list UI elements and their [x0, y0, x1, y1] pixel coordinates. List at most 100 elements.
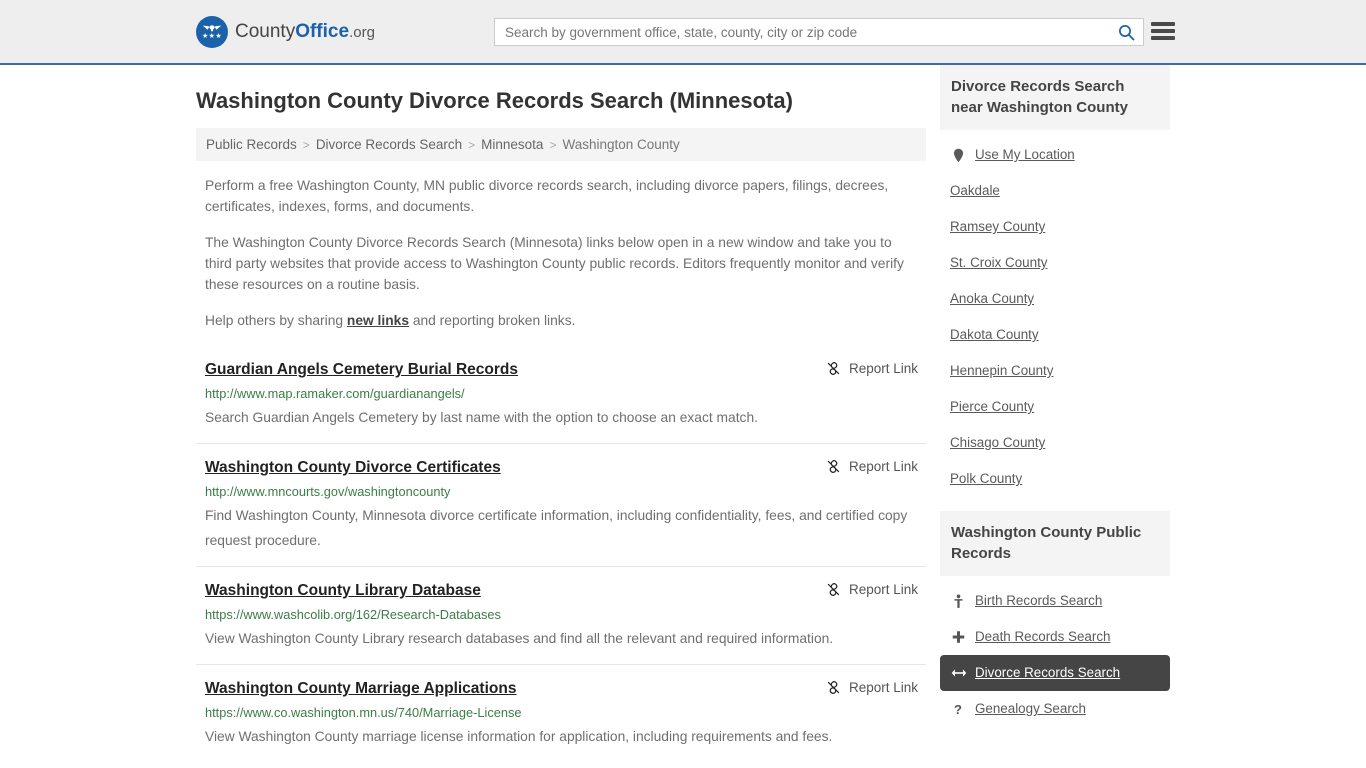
report-link-label: Report Link: [848, 459, 918, 474]
logo-text-office: Office: [295, 20, 350, 42]
site-header: ★★★ CountyOffice.org: [0, 0, 1366, 65]
sidebar-item-label: St. Croix County: [950, 255, 1048, 270]
search-button[interactable]: [1109, 19, 1143, 45]
breadcrumb-item-public-records[interactable]: Public Records: [206, 137, 297, 152]
sidebar-item-label: Oakdale: [950, 183, 1000, 198]
intro-p3-before: Help others by sharing: [205, 313, 347, 328]
result-title-link[interactable]: Washington County Library Database: [205, 581, 481, 601]
logo-text: CountyOffice.org: [235, 22, 375, 42]
sidebar-item-label: Pierce County: [950, 399, 1035, 414]
result-url[interactable]: http://www.mncourts.gov/washingtoncounty: [205, 482, 918, 502]
report-link-button[interactable]: Report Link: [826, 360, 918, 376]
sidebar-item-ramsey-county[interactable]: Ramsey County: [940, 209, 1170, 245]
sidebar-public-records-heading: Washington County Public Records: [940, 511, 1170, 576]
hamburger-bar: [1151, 29, 1175, 33]
new-links-link[interactable]: new links: [347, 313, 409, 328]
sidebar-public-records-list: Birth Records Search Death Records Searc…: [940, 576, 1170, 737]
sidebar-item-use-my-location[interactable]: Use My Location: [940, 137, 1170, 173]
cross-icon: [950, 630, 967, 644]
sidebar-item-pierce-county[interactable]: Pierce County: [940, 389, 1170, 425]
intro-paragraph-1: Perform a free Washington County, MN pub…: [205, 178, 889, 214]
logo-text-county: County: [235, 20, 296, 42]
report-link-button[interactable]: Report Link: [826, 458, 918, 474]
report-link-button[interactable]: Report Link: [826, 679, 918, 695]
sidebar-item-oakdale[interactable]: Oakdale: [940, 173, 1170, 209]
result-description: Search Guardian Angels Cemetery by last …: [205, 410, 758, 425]
sidebar-item-label: Death Records Search: [975, 629, 1111, 644]
broken-link-icon: [826, 459, 841, 474]
result-description: View Washington County marriage license …: [205, 729, 833, 744]
result-url[interactable]: https://www.washcolib.org/162/Research-D…: [205, 605, 918, 625]
report-link-button[interactable]: Report Link: [826, 581, 918, 597]
sidebar-item-birth-records-search[interactable]: Birth Records Search: [940, 583, 1170, 619]
svg-text:?: ?: [954, 702, 962, 717]
sidebar-item-label: Genealogy Search: [975, 701, 1086, 716]
baby-icon: [950, 594, 967, 609]
sidebar-item-label: Chisago County: [950, 435, 1046, 450]
sidebar-item-death-records-search[interactable]: Death Records Search: [940, 619, 1170, 655]
result-item: Washington County Library Database Repor…: [196, 566, 926, 664]
split-arrows-icon: [950, 667, 967, 679]
site-logo[interactable]: ★★★ CountyOffice.org: [196, 15, 375, 48]
report-link-label: Report Link: [848, 680, 918, 695]
hamburger-bar: [1151, 22, 1175, 26]
result-description: View Washington County Library research …: [205, 631, 834, 646]
main-content: Washington County Divorce Records Search…: [196, 65, 926, 762]
sidebar-nearby-box: Divorce Records Search near Washington C…: [940, 65, 1170, 507]
intro-p3-after: and reporting broken links.: [409, 313, 576, 328]
sidebar-item-dakota-county[interactable]: Dakota County: [940, 317, 1170, 353]
search-input[interactable]: [495, 19, 1109, 45]
sidebar-item-label: Use My Location: [975, 147, 1075, 162]
breadcrumb-separator: >: [468, 137, 476, 152]
broken-link-icon: [826, 680, 841, 695]
eagle-emblem-icon: ★★★: [196, 15, 228, 48]
broken-link-icon: [826, 361, 841, 376]
logo-text-domain: .org: [349, 23, 375, 41]
sidebar-item-anoka-county[interactable]: Anoka County: [940, 281, 1170, 317]
breadcrumb-separator: >: [549, 137, 557, 152]
sidebar-item-label: Hennepin County: [950, 363, 1054, 378]
question-mark-icon: ?: [950, 702, 967, 717]
result-title-link[interactable]: Guardian Angels Cemetery Burial Records: [205, 360, 518, 380]
result-item: Washington County Marriage Applications …: [196, 664, 926, 762]
sidebar-item-label: Divorce Records Search: [975, 665, 1121, 680]
result-item: Washington County Divorce Certificates R…: [196, 443, 926, 566]
results-list: Guardian Angels Cemetery Burial Records …: [196, 346, 926, 762]
result-title-link[interactable]: Washington County Marriage Applications: [205, 679, 516, 699]
result-url[interactable]: http://www.map.ramaker.com/guardianangel…: [205, 384, 918, 404]
map-pin-icon: [950, 148, 967, 163]
sidebar-item-label: Ramsey County: [950, 219, 1046, 234]
breadcrumb-item-divorce-records-search[interactable]: Divorce Records Search: [316, 137, 462, 152]
sidebar-item-label: Anoka County: [950, 291, 1035, 306]
search-bar[interactable]: [494, 18, 1144, 46]
breadcrumb-item-washington-county: Washington County: [562, 137, 680, 152]
sidebar-item-label: Birth Records Search: [975, 593, 1103, 608]
result-description: Find Washington County, Minnesota divorc…: [205, 508, 908, 548]
sidebar-item-divorce-records-search[interactable]: Divorce Records Search: [940, 655, 1170, 691]
hamburger-menu-icon[interactable]: [1151, 20, 1175, 42]
sidebar-nearby-heading: Divorce Records Search near Washington C…: [940, 65, 1170, 130]
sidebar: Divorce Records Search near Washington C…: [940, 65, 1170, 741]
sidebar-item-st-croix-county[interactable]: St. Croix County: [940, 245, 1170, 281]
sidebar-item-chisago-county[interactable]: Chisago County: [940, 425, 1170, 461]
sidebar-item-polk-county[interactable]: Polk County: [940, 461, 1170, 497]
intro-paragraph-2: The Washington County Divorce Records Se…: [205, 235, 904, 292]
page-title: Washington County Divorce Records Search…: [196, 88, 793, 113]
sidebar-nearby-list: Use My Location Oakdale Ramsey County St…: [940, 130, 1170, 507]
breadcrumb-separator: >: [302, 137, 310, 152]
sidebar-item-label: Dakota County: [950, 327, 1039, 342]
page-body: Washington County Divorce Records Search…: [0, 65, 1366, 762]
result-url[interactable]: https://www.co.washington.mn.us/740/Marr…: [205, 703, 918, 723]
sidebar-public-records-box: Washington County Public Records Birth R…: [940, 511, 1170, 737]
report-link-label: Report Link: [848, 582, 918, 597]
sidebar-item-label: Polk County: [950, 471, 1023, 486]
sidebar-item-hennepin-county[interactable]: Hennepin County: [940, 353, 1170, 389]
intro-paragraph-3: Help others by sharing new links and rep…: [196, 310, 926, 331]
intro-text: Perform a free Washington County, MN pub…: [196, 175, 926, 331]
breadcrumb-item-minnesota[interactable]: Minnesota: [481, 137, 543, 152]
result-item: Guardian Angels Cemetery Burial Records …: [196, 346, 926, 443]
sidebar-item-genealogy-search[interactable]: ? Genealogy Search: [940, 691, 1170, 727]
result-title-link[interactable]: Washington County Divorce Certificates: [205, 458, 501, 478]
hamburger-bar: [1151, 36, 1175, 40]
search-icon: [1118, 24, 1135, 41]
